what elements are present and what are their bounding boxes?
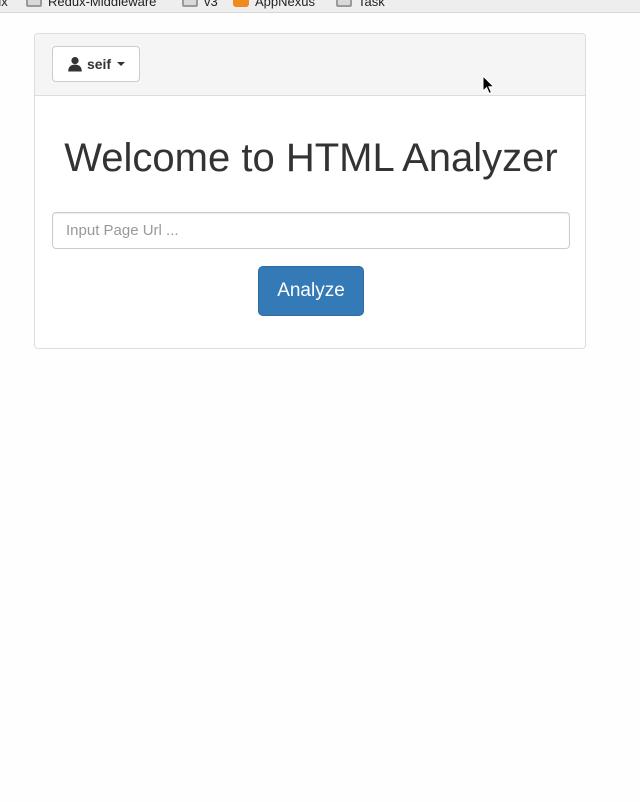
page-title: Welcome to HTML Analyzer: [64, 136, 558, 180]
user-icon: [68, 57, 82, 72]
bookmark-appnexus[interactable]: AppNexus: [233, 0, 315, 9]
user-name: seif: [86, 56, 112, 72]
bookmark-label: Task: [358, 0, 385, 9]
user-dropdown-button[interactable]: seif: [52, 46, 140, 82]
url-input[interactable]: [52, 212, 570, 249]
caret-down-icon: [117, 62, 126, 66]
folder-icon: [336, 0, 352, 7]
bookmark-task[interactable]: Task: [336, 0, 385, 9]
bookmark-label: v3: [204, 0, 218, 9]
analyzer-panel: seif Welcome to HTML Analyzer Analyze: [34, 33, 586, 349]
bookmark-label: ux: [0, 0, 8, 9]
bookmarks-bar: ux Redux-Middleware v3 AppNexus Task: [0, 0, 640, 13]
bookmark-label: Redux-Middleware: [48, 0, 157, 9]
mouse-cursor-icon: [482, 75, 496, 95]
bookmark-v3[interactable]: v3: [182, 0, 218, 9]
analyze-button[interactable]: Analyze: [258, 266, 364, 316]
folder-icon: [26, 0, 42, 7]
bookmark-label: AppNexus: [255, 0, 315, 9]
bookmark-ux[interactable]: ux: [0, 0, 8, 9]
bookmark-redux-middleware[interactable]: Redux-Middleware: [26, 0, 156, 9]
panel-heading: seif: [35, 34, 585, 96]
appnexus-favicon: [233, 0, 249, 7]
folder-icon: [182, 0, 198, 7]
